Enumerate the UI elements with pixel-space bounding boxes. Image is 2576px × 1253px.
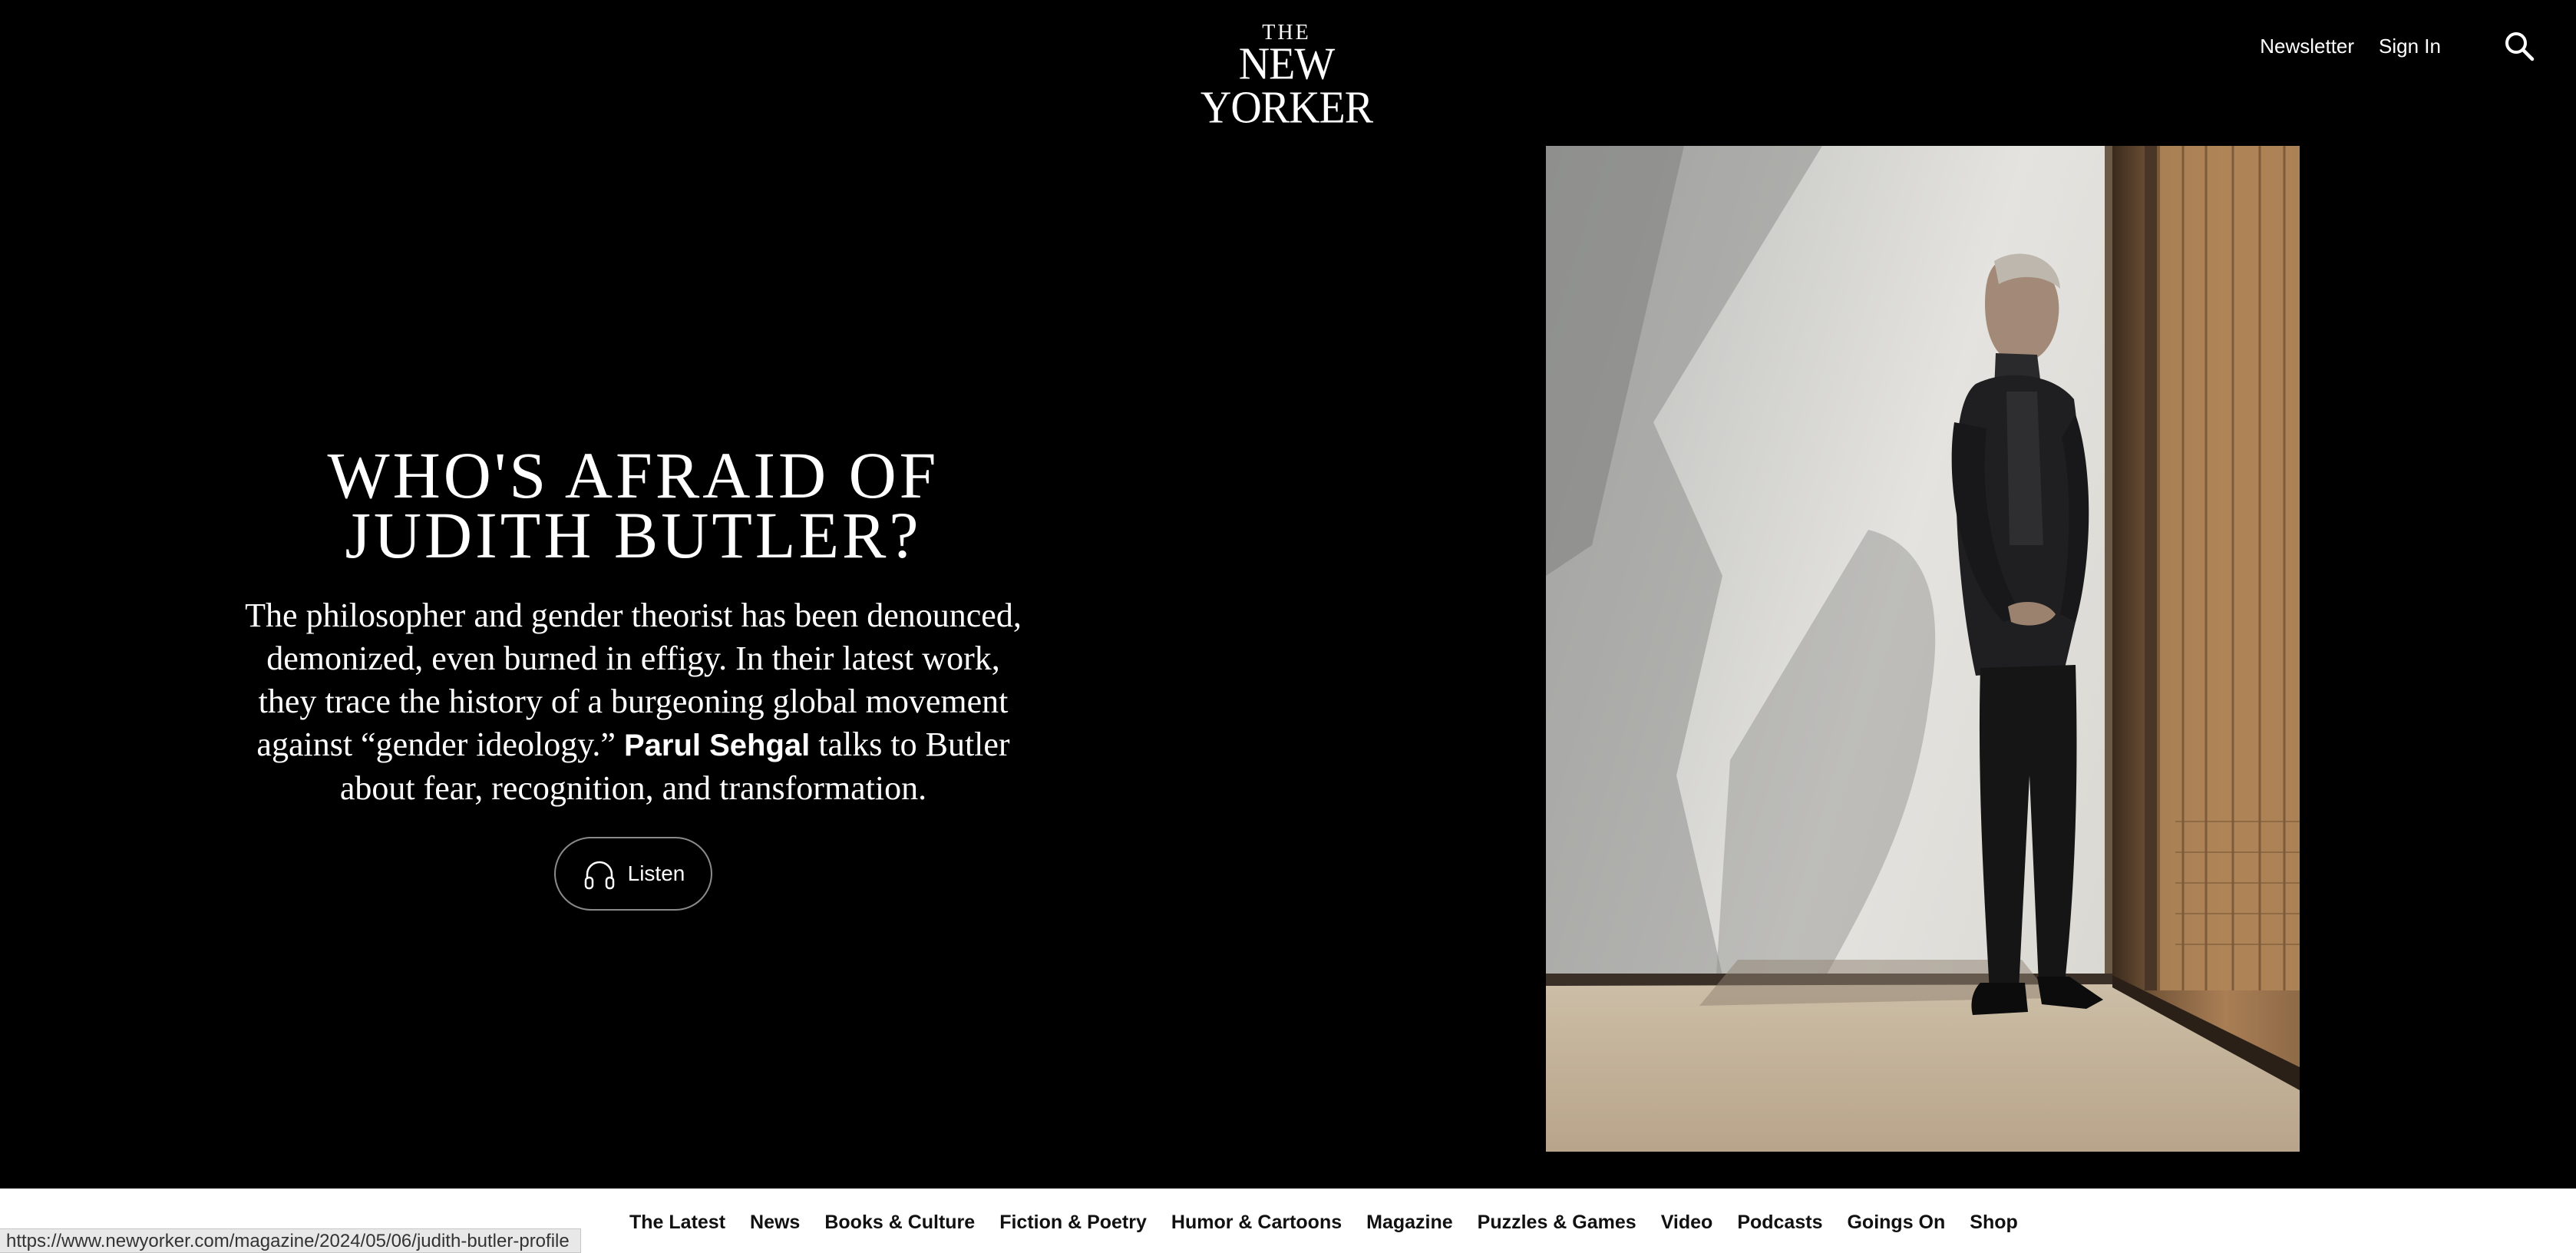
headline[interactable]: WHO'S AFRAID OF JUDITH BUTLER? — [238, 442, 1029, 568]
section-nav-items: The Latest News Books & Culture Fiction … — [629, 1212, 2018, 1234]
logo-name: NEW YORKER — [1200, 39, 1373, 133]
listen-label: Listen — [627, 861, 685, 885]
status-bar-url: https://www.newyorker.com/magazine/2024/… — [0, 1228, 581, 1253]
newsletter-link[interactable]: Newsletter — [2260, 35, 2354, 58]
search-icon — [2505, 32, 2535, 61]
hero-text: WHO'S AFRAID OF JUDITH BUTLER? The philo… — [238, 442, 1029, 810]
new-yorker-logo[interactable]: THE NEW YORKER — [1161, 21, 1412, 131]
hero-photo[interactable] — [1546, 146, 2300, 1152]
search-button[interactable] — [2502, 29, 2536, 63]
nav-item-fiction-poetry[interactable]: Fiction & Poetry — [999, 1212, 1147, 1234]
dek: The philosopher and gender theorist has … — [238, 594, 1029, 810]
author-name[interactable]: Parul Sehgal — [624, 729, 810, 762]
nav-item-humor-cartoons[interactable]: Humor & Cartoons — [1171, 1212, 1342, 1234]
nav-item-goings-on[interactable]: Goings On — [1847, 1212, 1945, 1234]
nav-item-books-culture[interactable]: Books & Culture — [824, 1212, 975, 1234]
nav-item-shop[interactable]: Shop — [1970, 1212, 2018, 1234]
nav-item-magazine[interactable]: Magazine — [1366, 1212, 1453, 1234]
headphones-icon — [584, 861, 614, 890]
nav-item-news[interactable]: News — [750, 1212, 800, 1234]
listen-button[interactable]: Listen — [554, 837, 712, 911]
header-links: Newsletter Sign In — [2260, 31, 2441, 61]
nav-item-video[interactable]: Video — [1661, 1212, 1713, 1234]
nav-item-the-latest[interactable]: The Latest — [629, 1212, 725, 1234]
sign-in-link[interactable]: Sign In — [2379, 35, 2441, 58]
page: THE NEW YORKER Newsletter Sign In WHO'S … — [0, 0, 2576, 1253]
nav-item-puzzles-games[interactable]: Puzzles & Games — [1478, 1212, 1636, 1234]
nav-item-podcasts[interactable]: Podcasts — [1737, 1212, 1822, 1234]
hero-photo-illustration — [1546, 146, 2300, 1152]
site-header: THE NEW YORKER Newsletter Sign In — [0, 0, 2576, 131]
